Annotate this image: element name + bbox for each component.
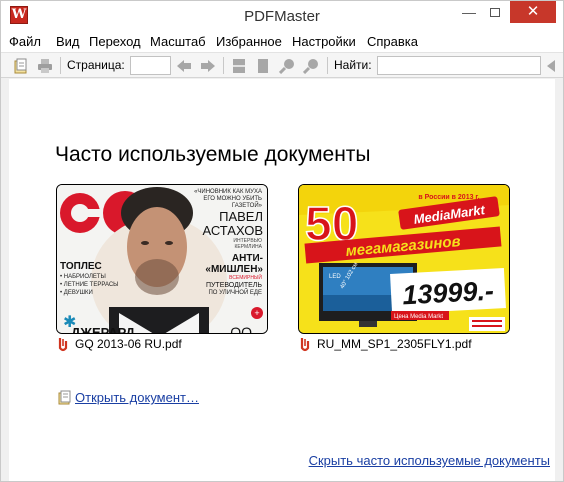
gq-cover-line: ТОПЛЕС (60, 261, 102, 272)
gq-cover-line: ПАВЕЛ (219, 209, 263, 224)
gq-cover-line: • НАБРИОЛЕТЫ (60, 274, 106, 280)
gq-cover-line: «МИШЛЕН» (205, 264, 263, 275)
zoom-out-icon[interactable] (303, 58, 319, 74)
arrow-right-icon[interactable] (200, 58, 216, 74)
print-icon[interactable] (37, 58, 53, 74)
app-window: W PDFMaster — ✕ Файл Вид Переход Масштаб… (0, 0, 564, 482)
gq-cover-line: КЕРМЛИНА (234, 244, 262, 250)
menu-favorites[interactable]: Избранное (216, 34, 282, 49)
gq-cover-line: • ДЕВУШКИ (60, 290, 93, 296)
maximize-button[interactable] (482, 1, 508, 23)
menu-zoom[interactable]: Масштаб (150, 34, 206, 49)
search-input[interactable] (377, 56, 541, 75)
single-page-icon[interactable] (255, 58, 271, 74)
menu-settings[interactable]: Настройки (292, 34, 356, 49)
fit-page-icon[interactable] (231, 58, 247, 74)
menu-view[interactable]: Вид (56, 34, 80, 49)
gq-cover-plus: + (254, 308, 259, 318)
open-file-icon[interactable] (13, 58, 29, 74)
open-document-link[interactable]: Открыть документ… (75, 390, 199, 405)
gq-cover-line: АСТАХОВ (202, 223, 263, 238)
toolbar-separator (60, 57, 61, 74)
start-page: Часто используемые документы «ЧИНОВНИК К… (9, 79, 555, 481)
gq-cover-rings: OO (230, 324, 252, 334)
document-name-gq[interactable]: GQ 2013-06 RU.pdf (75, 337, 182, 351)
pdf-icon (300, 338, 310, 352)
document-thumbnail-mediamarkt[interactable]: 50 в России в 2013 г. MediaMarkt мегамаг… (298, 184, 510, 334)
toolbar-separator (327, 57, 328, 74)
zoom-in-icon[interactable] (279, 58, 295, 74)
toolbar-separator (223, 57, 224, 74)
gq-cover-line: «ЧИНОВНИК КАК МУХА (194, 189, 262, 195)
menu-file[interactable]: Файл (9, 34, 41, 49)
arrow-left-icon[interactable] (176, 58, 192, 74)
mediamarkt-small-text: Цена Media Markt (394, 314, 443, 320)
search-back-icon[interactable] (545, 58, 557, 74)
page-number-input[interactable] (130, 56, 171, 75)
maximize-icon (490, 8, 500, 17)
gq-cover-line: ВСЕМИРНЫЙ (229, 273, 262, 281)
gq-cover-line: АНТИ- (232, 253, 263, 264)
gq-cover-line: ГАЗЕТОЙ» (232, 201, 263, 209)
title-bar[interactable]: W PDFMaster — ✕ (1, 1, 563, 31)
gq-cover-image: «ЧИНОВНИК КАК МУХА ЕГО МОЖНО УБИТЬ ГАЗЕТ… (57, 185, 267, 334)
gq-cover-line: ПУТЕВОДИТЕЛЬ (206, 282, 262, 289)
mediamarkt-price: 13999.- (402, 276, 495, 311)
menu-bar: Файл Вид Переход Масштаб Избранное Настр… (1, 31, 563, 52)
minimize-button[interactable]: — (456, 1, 482, 23)
mediamarkt-cover-image: 50 в России в 2013 г. MediaMarkt мегамаг… (299, 185, 509, 333)
gq-cover-line: ЕГО МОЖНО УБИТЬ (203, 196, 262, 202)
menu-go[interactable]: Переход (89, 34, 141, 49)
page-title: Часто используемые документы (55, 143, 371, 166)
toolbar: Страница: Найти: (1, 52, 563, 78)
mediamarkt-led-label: LED (329, 274, 341, 280)
gq-cover-line: ПО УЛИЧНОЙ ЕДЕ (208, 288, 262, 296)
pdf-icon (58, 338, 68, 352)
document-thumbnail-gq[interactable]: «ЧИНОВНИК КАК МУХА ЕГО МОЖНО УБИТЬ ГАЗЕТ… (56, 184, 268, 334)
menu-help[interactable]: Справка (367, 34, 418, 49)
gq-cover-line: ДЖЕРАРД (71, 325, 135, 334)
page-label: Страница: (67, 58, 125, 72)
hide-frequent-documents-link[interactable]: Скрыть часто используемые документы (309, 453, 550, 468)
gq-cover-line: • ЛЕТНИЕ ТЕРРАСЫ (60, 282, 118, 288)
open-document-icon (58, 390, 71, 405)
find-label: Найти: (334, 58, 372, 72)
close-button[interactable]: ✕ (510, 1, 556, 23)
document-name-mediamarkt[interactable]: RU_MM_SP1_2305FLY1.pdf (317, 337, 472, 351)
